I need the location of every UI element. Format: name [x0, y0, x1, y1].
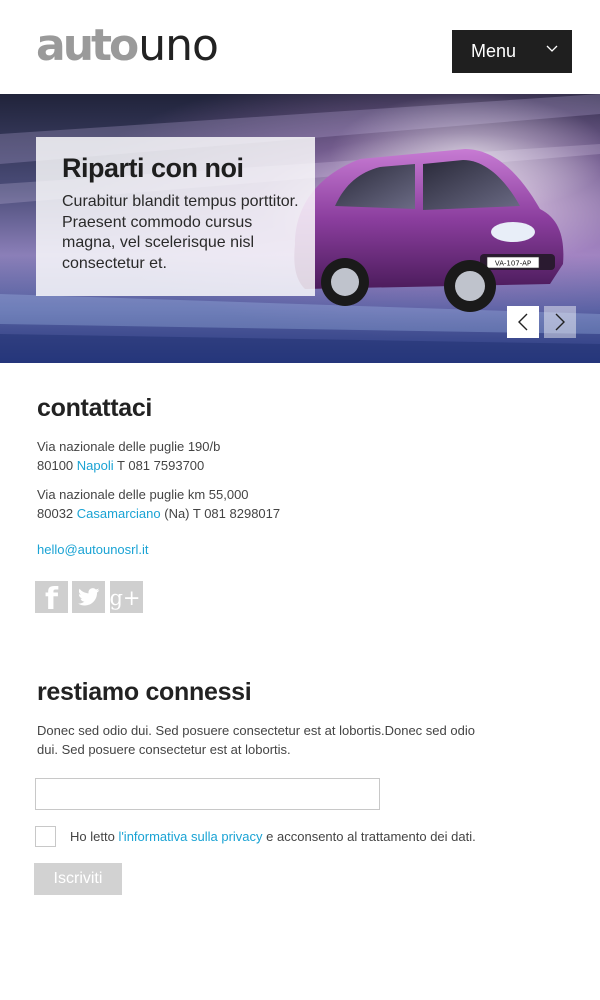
googleplus-icon: g+ — [110, 586, 141, 610]
subscribe-button[interactable]: Iscriviti — [34, 863, 122, 895]
menu-label: Menu — [471, 41, 517, 61]
facebook-button[interactable]: f — [35, 581, 68, 613]
googleplus-button[interactable]: g+ — [110, 581, 143, 613]
hero-text: Curabitur blandit tempus porttitor. Prae… — [62, 193, 299, 272]
privacy-label: Ho letto l'informativa sulla privacy e a… — [70, 829, 476, 844]
twitter-button[interactable] — [72, 581, 105, 613]
privacy-prefix: Ho letto — [70, 829, 115, 844]
address-1-phone: T 081 7593700 — [117, 458, 205, 473]
logo[interactable]: auto uno — [36, 20, 219, 71]
logo-uno: uno — [138, 20, 219, 71]
privacy-suffix: e acconsento al trattamento dei dati. — [266, 829, 476, 844]
email-link[interactable]: hello@autounosrl.it — [37, 542, 148, 557]
hero-caption: Riparti con noi Curabitur blandit tempus… — [36, 137, 315, 296]
facebook-icon: f — [45, 582, 59, 613]
privacy-link[interactable]: l'informativa sulla privacy — [118, 829, 262, 844]
address-2-city-line: 80032 Casamarciano (Na) T 081 8298017 — [37, 504, 280, 523]
address-2-city-link[interactable]: Casamarciano — [77, 506, 161, 521]
slider-prev-button[interactable] — [507, 306, 539, 338]
logo-auto: auto — [36, 20, 139, 71]
privacy-checkbox[interactable] — [35, 826, 56, 847]
address-1: Via nazionale delle puglie 190/b 80100 N… — [37, 437, 220, 475]
address-2-zip: 80032 — [37, 506, 74, 521]
menu-button[interactable]: Menu — [452, 30, 572, 73]
address-1-zip: 80100 — [37, 458, 74, 473]
arrow-right-icon — [555, 313, 565, 331]
hero-title: Riparti con noi — [62, 153, 244, 183]
twitter-icon — [77, 588, 99, 606]
license-plate: VA-107-AP — [495, 260, 531, 268]
address-2-street: Via nazionale delle puglie km 55,000 — [37, 487, 249, 502]
newsletter-email-input[interactable] — [35, 778, 380, 810]
hero-slider: VA-107-AP Riparti con noi Curabitur blan… — [0, 94, 600, 363]
newsletter-title: restiamo connessi — [37, 678, 252, 706]
header: auto uno Menu — [0, 0, 600, 94]
chevron-down-icon — [546, 45, 558, 52]
slider-next-button[interactable] — [544, 306, 576, 338]
address-1-street: Via nazionale delle puglie 190/b — [37, 439, 221, 454]
contact-title: contattaci — [37, 394, 153, 422]
address-1-city-link[interactable]: Napoli — [77, 458, 114, 473]
newsletter-text: Donec sed odio dui. Sed posuere consecte… — [37, 723, 475, 757]
address-1-city-line: 80100 Napoli T 081 7593700 — [37, 456, 220, 475]
address-2-prov-phone: (Na) T 081 8298017 — [164, 506, 281, 521]
googleplus-glyph: g+ — [110, 586, 141, 610]
facebook-glyph: f — [45, 582, 59, 613]
address-2: Via nazionale delle puglie km 55,000 800… — [37, 485, 280, 523]
arrow-left-icon — [518, 313, 528, 331]
